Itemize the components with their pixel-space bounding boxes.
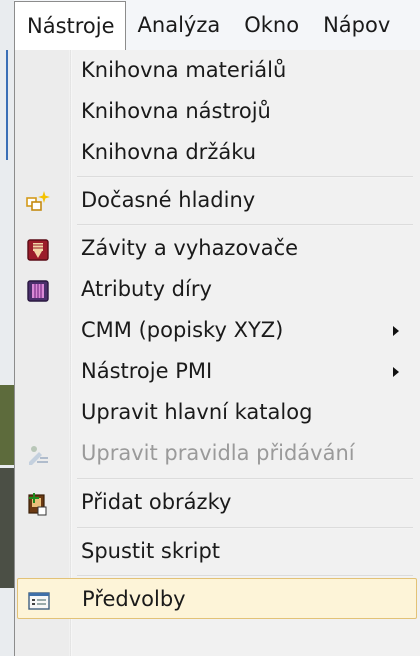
- menubar-item-napoveda[interactable]: Nápov: [311, 0, 402, 50]
- menu-item-holder-library[interactable]: Knihovna držáku: [17, 132, 417, 173]
- menu-separator: [77, 176, 413, 178]
- menu-item-label: Knihovna držáku: [81, 140, 257, 164]
- menu-item-edit-main-catalog[interactable]: Upravit hlavní katalog: [17, 392, 417, 433]
- menu-item-run-script[interactable]: Spustit skript: [17, 531, 417, 572]
- menu-item-label: Předvolby: [82, 587, 186, 611]
- menu-item-tool-library[interactable]: Knihovna nástrojů: [17, 91, 417, 132]
- menu-item-label: Dočasné hladiny: [81, 188, 256, 212]
- background-window: [0, 0, 14, 656]
- menu-separator: [77, 575, 413, 577]
- menu-item-edit-add-rules[interactable]: Upravit pravidla přidávání: [17, 433, 417, 474]
- temporary-layers-icon: [25, 188, 51, 214]
- menu-item-pmi-tools[interactable]: Nástroje PMI: [17, 351, 417, 392]
- menu-item-label: Závity a vyhazovače: [81, 236, 299, 260]
- submenu-arrow-icon: [393, 367, 399, 377]
- menu-item-label: Atributy díry: [81, 277, 212, 301]
- menu-separator: [77, 478, 413, 480]
- menubar-item-analyza[interactable]: Analýza: [126, 0, 233, 50]
- background-patch: [0, 385, 14, 465]
- menu-item-label: Spustit skript: [81, 539, 221, 563]
- background-patch-dark: [0, 468, 14, 588]
- menubar-item-okno[interactable]: Okno: [232, 0, 311, 50]
- submenu-arrow-icon: [393, 326, 399, 336]
- add-images-icon: [25, 490, 51, 516]
- menu-item-label: Přidat obrázky: [81, 490, 232, 514]
- background-line: [6, 50, 8, 160]
- tools-dropdown-menu: Knihovna materiálů Knihovna nástrojů Kni…: [14, 50, 420, 656]
- menu-item-material-library[interactable]: Knihovna materiálů: [17, 50, 417, 91]
- menu-item-label: Knihovna materiálů: [81, 58, 287, 82]
- menubar-item-nastroje[interactable]: Nástroje: [14, 0, 126, 51]
- menu-item-hole-attributes[interactable]: Atributy díry: [17, 269, 417, 310]
- menu-item-label: Nástroje PMI: [81, 359, 213, 383]
- menu-item-label: Upravit pravidla přidávání: [81, 441, 355, 465]
- menu-item-label: Knihovna nástrojů: [81, 99, 271, 123]
- menu-separator: [77, 224, 413, 226]
- menu-bar: Nástroje Analýza Okno Nápov: [14, 0, 420, 51]
- menu-item-preferences[interactable]: Předvolby: [17, 578, 417, 619]
- hole-attributes-icon: [25, 277, 51, 303]
- menu-item-label: CMM (popisky XYZ): [81, 318, 284, 342]
- threads-ejectors-icon: [25, 236, 51, 262]
- menu-separator: [77, 527, 413, 529]
- menu-item-cmm-xyz-labels[interactable]: CMM (popisky XYZ): [17, 310, 417, 351]
- preferences-icon: [26, 587, 52, 613]
- menu-item-add-images[interactable]: Přidat obrázky: [17, 482, 417, 523]
- menu-item-label: Upravit hlavní katalog: [81, 400, 313, 424]
- menu-item-temporary-layers[interactable]: Dočasné hladiny: [17, 180, 417, 221]
- menu-item-threads-ejectors[interactable]: Závity a vyhazovače: [17, 228, 417, 269]
- edit-add-rules-icon: [25, 441, 51, 467]
